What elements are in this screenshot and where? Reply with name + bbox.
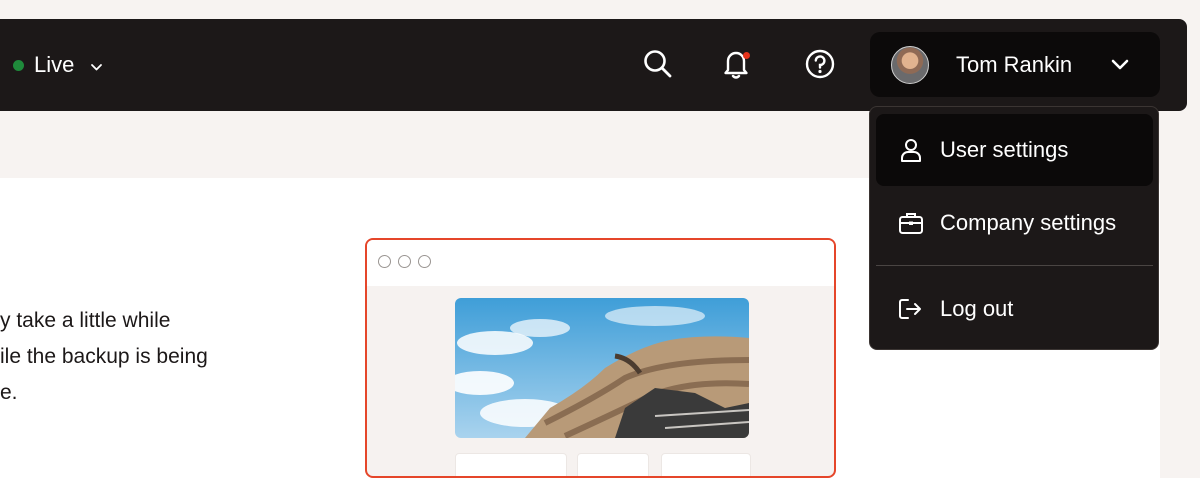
menu-item-log-out[interactable]: Log out xyxy=(876,273,1153,345)
help-icon xyxy=(804,48,836,85)
info-line: ile the backup is being xyxy=(0,345,208,368)
menu-item-company-settings[interactable]: Company settings xyxy=(876,187,1153,259)
search-button[interactable] xyxy=(638,46,678,86)
live-status-dot xyxy=(13,59,24,71)
backup-info-text: y take a little while ile the backup is … xyxy=(0,303,260,411)
info-line: y take a little while xyxy=(0,309,171,332)
stat-chip xyxy=(577,453,649,476)
briefcase-icon xyxy=(898,210,924,236)
notification-badge xyxy=(743,52,750,59)
search-icon xyxy=(642,48,674,85)
preview-window-bar xyxy=(367,240,834,286)
info-line: e. xyxy=(0,381,18,404)
site-preview-card[interactable] xyxy=(365,238,836,478)
notifications-button[interactable] xyxy=(716,46,756,86)
user-name: Tom Rankin xyxy=(956,51,1073,77)
user-menu-button[interactable]: Tom Rankin xyxy=(870,32,1160,97)
menu-item-label: Log out xyxy=(940,296,1014,321)
menu-item-label: Company settings xyxy=(940,210,1117,235)
avatar xyxy=(891,45,929,84)
window-control-icon xyxy=(398,255,411,268)
building-photo xyxy=(455,298,749,438)
logout-icon xyxy=(898,296,924,322)
window-control-icon xyxy=(378,255,391,268)
help-button[interactable] xyxy=(800,46,840,86)
environment-selector[interactable]: Live xyxy=(13,19,103,111)
chevron-down-icon xyxy=(1110,54,1130,80)
top-bar: Live Tom Rankin xyxy=(0,19,1187,111)
menu-item-label: User settings xyxy=(940,137,1069,162)
user-dropdown-menu: User settings Company settings Log out xyxy=(869,106,1159,350)
stat-chip xyxy=(455,453,567,476)
menu-item-user-settings[interactable]: User settings xyxy=(876,114,1153,186)
environment-label: Live xyxy=(34,52,75,77)
chevron-down-icon xyxy=(90,52,103,78)
menu-divider xyxy=(876,265,1153,266)
stat-chip xyxy=(661,453,751,476)
window-control-icon xyxy=(418,255,431,268)
user-icon xyxy=(898,137,924,163)
